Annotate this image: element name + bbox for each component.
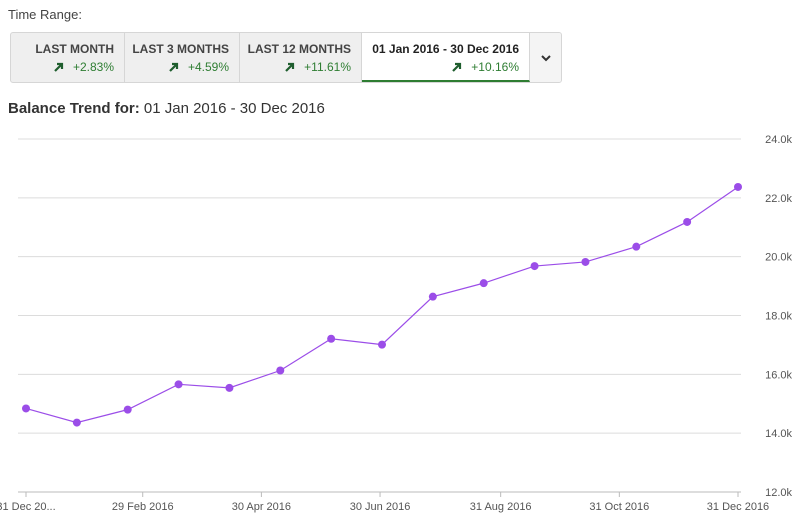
x-tick-label: 31 Oct 2016 <box>589 501 649 513</box>
data-point <box>327 334 336 343</box>
data-point <box>479 279 488 288</box>
balance-trend-chart: 12.0k 14.0k 16.0k 18.0k 20.0k 22.0k 24.0k 31 De… <box>0 134 792 513</box>
y-tick-label: 24.0k <box>765 134 792 146</box>
data-point <box>72 418 81 427</box>
data-point <box>174 380 183 389</box>
x-tick-label: 30 Jun 2016 <box>350 501 411 513</box>
x-tick-label: 31 Dec 20... <box>0 501 56 513</box>
y-tick-label: 14.0k <box>765 428 792 440</box>
data-point <box>530 262 539 271</box>
data-point <box>683 217 692 226</box>
data-point <box>22 404 30 413</box>
y-tick-label: 16.0k <box>765 369 792 381</box>
y-tick-label: 18.0k <box>765 311 792 323</box>
y-tick-label: 12.0k <box>765 487 792 499</box>
data-point <box>734 182 742 191</box>
y-tick-label: 22.0k <box>765 193 792 205</box>
data-point <box>225 383 234 392</box>
data-point <box>581 257 590 266</box>
x-tick-label: 31 Dec 2016 <box>707 501 769 513</box>
balance-widget: Time Range: LAST MONTH +2.83% LAST 3 MON… <box>0 0 808 529</box>
data-point <box>378 340 386 349</box>
x-tick-label: 30 Apr 2016 <box>232 501 291 513</box>
series-line <box>25 186 739 424</box>
data-point <box>276 366 285 375</box>
data-point <box>428 292 437 301</box>
data-point <box>123 405 132 414</box>
x-tick-label: 31 Aug 2016 <box>470 501 532 513</box>
x-tick-label: 29 Feb 2016 <box>112 501 174 513</box>
y-tick-label: 20.0k <box>765 252 792 264</box>
data-point <box>632 242 641 251</box>
